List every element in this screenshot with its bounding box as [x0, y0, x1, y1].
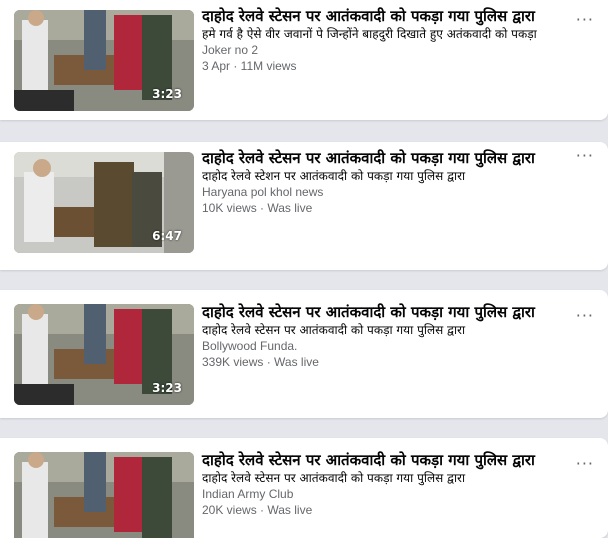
video-title[interactable]: दाहोद रेलवे स्टेसन पर आतंकवादी को पकड़ा …	[202, 302, 562, 322]
video-info: दाहोद रेलवे स्टेसन पर आतंकवादी को पकड़ा …	[202, 6, 562, 74]
video-card[interactable]: 3:23 दाहोद रेलवे स्टेसन पर आतंकवादी को प…	[0, 0, 608, 120]
video-channel[interactable]: Haryana pol khol news	[202, 184, 562, 200]
video-meta: 3 Apr · 11M views	[202, 59, 297, 73]
video-info: दाहोद रेलवे स्टेसन पर आतंकवादी को पकड़ा …	[202, 450, 562, 518]
thumbnail-image	[14, 452, 194, 538]
video-card[interactable]: 6:47 दाहोद रेलवे स्टेसन पर आतंकवादी को प…	[0, 142, 608, 270]
video-description: दाहोद रेलवे स्टेशन पर आतंकवादी को पकड़ा …	[202, 169, 466, 183]
video-thumbnail[interactable]: 3:23	[14, 10, 194, 111]
video-card[interactable]: दाहोद रेलवे स्टेसन पर आतंकवादी को पकड़ा …	[0, 438, 608, 538]
video-info: दाहोद रेलवे स्टेसन पर आतंकवादी को पकड़ा …	[202, 148, 562, 216]
video-duration: 3:23	[152, 87, 182, 101]
video-thumbnail[interactable]: 3:23	[14, 304, 194, 405]
video-channel[interactable]: Bollywood Funda.	[202, 338, 562, 354]
video-duration: 3:23	[152, 381, 182, 395]
video-meta: 20K views · Was live	[202, 503, 313, 517]
video-duration: 6:47	[152, 229, 182, 243]
video-thumbnail[interactable]	[14, 452, 194, 538]
video-thumbnail[interactable]: 6:47	[14, 152, 194, 253]
more-options-icon[interactable]: ···	[576, 148, 594, 164]
video-title[interactable]: दाहोद रेलवे स्टेसन पर आतंकवादी को पकड़ा …	[202, 148, 562, 168]
video-info: दाहोद रेलवे स्टेसन पर आतंकवादी को पकड़ा …	[202, 302, 562, 370]
more-options-icon[interactable]: ···	[576, 308, 594, 324]
video-description: दाहोद रेलवे स्टेसन पर आतंकवादी को पकड़ा …	[202, 323, 466, 337]
more-options-icon[interactable]: ···	[576, 12, 594, 28]
video-description: हमे गर्व है ऐसे वीर जवानों पे जिन्होंने …	[202, 27, 537, 41]
video-card[interactable]: 3:23 दाहोद रेलवे स्टेसन पर आतंकवादी को प…	[0, 290, 608, 418]
more-options-icon[interactable]: ···	[576, 456, 594, 472]
video-channel[interactable]: Indian Army Club	[202, 486, 562, 502]
video-title[interactable]: दाहोद रेलवे स्टेसन पर आतंकवादी को पकड़ा …	[202, 6, 562, 26]
video-meta: 339K views · Was live	[202, 355, 319, 369]
video-title[interactable]: दाहोद रेलवे स्टेसन पर आतंकवादी को पकड़ा …	[202, 450, 562, 470]
video-channel[interactable]: Joker no 2	[202, 42, 562, 58]
video-meta: 10K views · Was live	[202, 201, 313, 215]
video-description: दाहोद रेलवे स्टेसन पर आतंकवादी को पकड़ा …	[202, 471, 466, 485]
